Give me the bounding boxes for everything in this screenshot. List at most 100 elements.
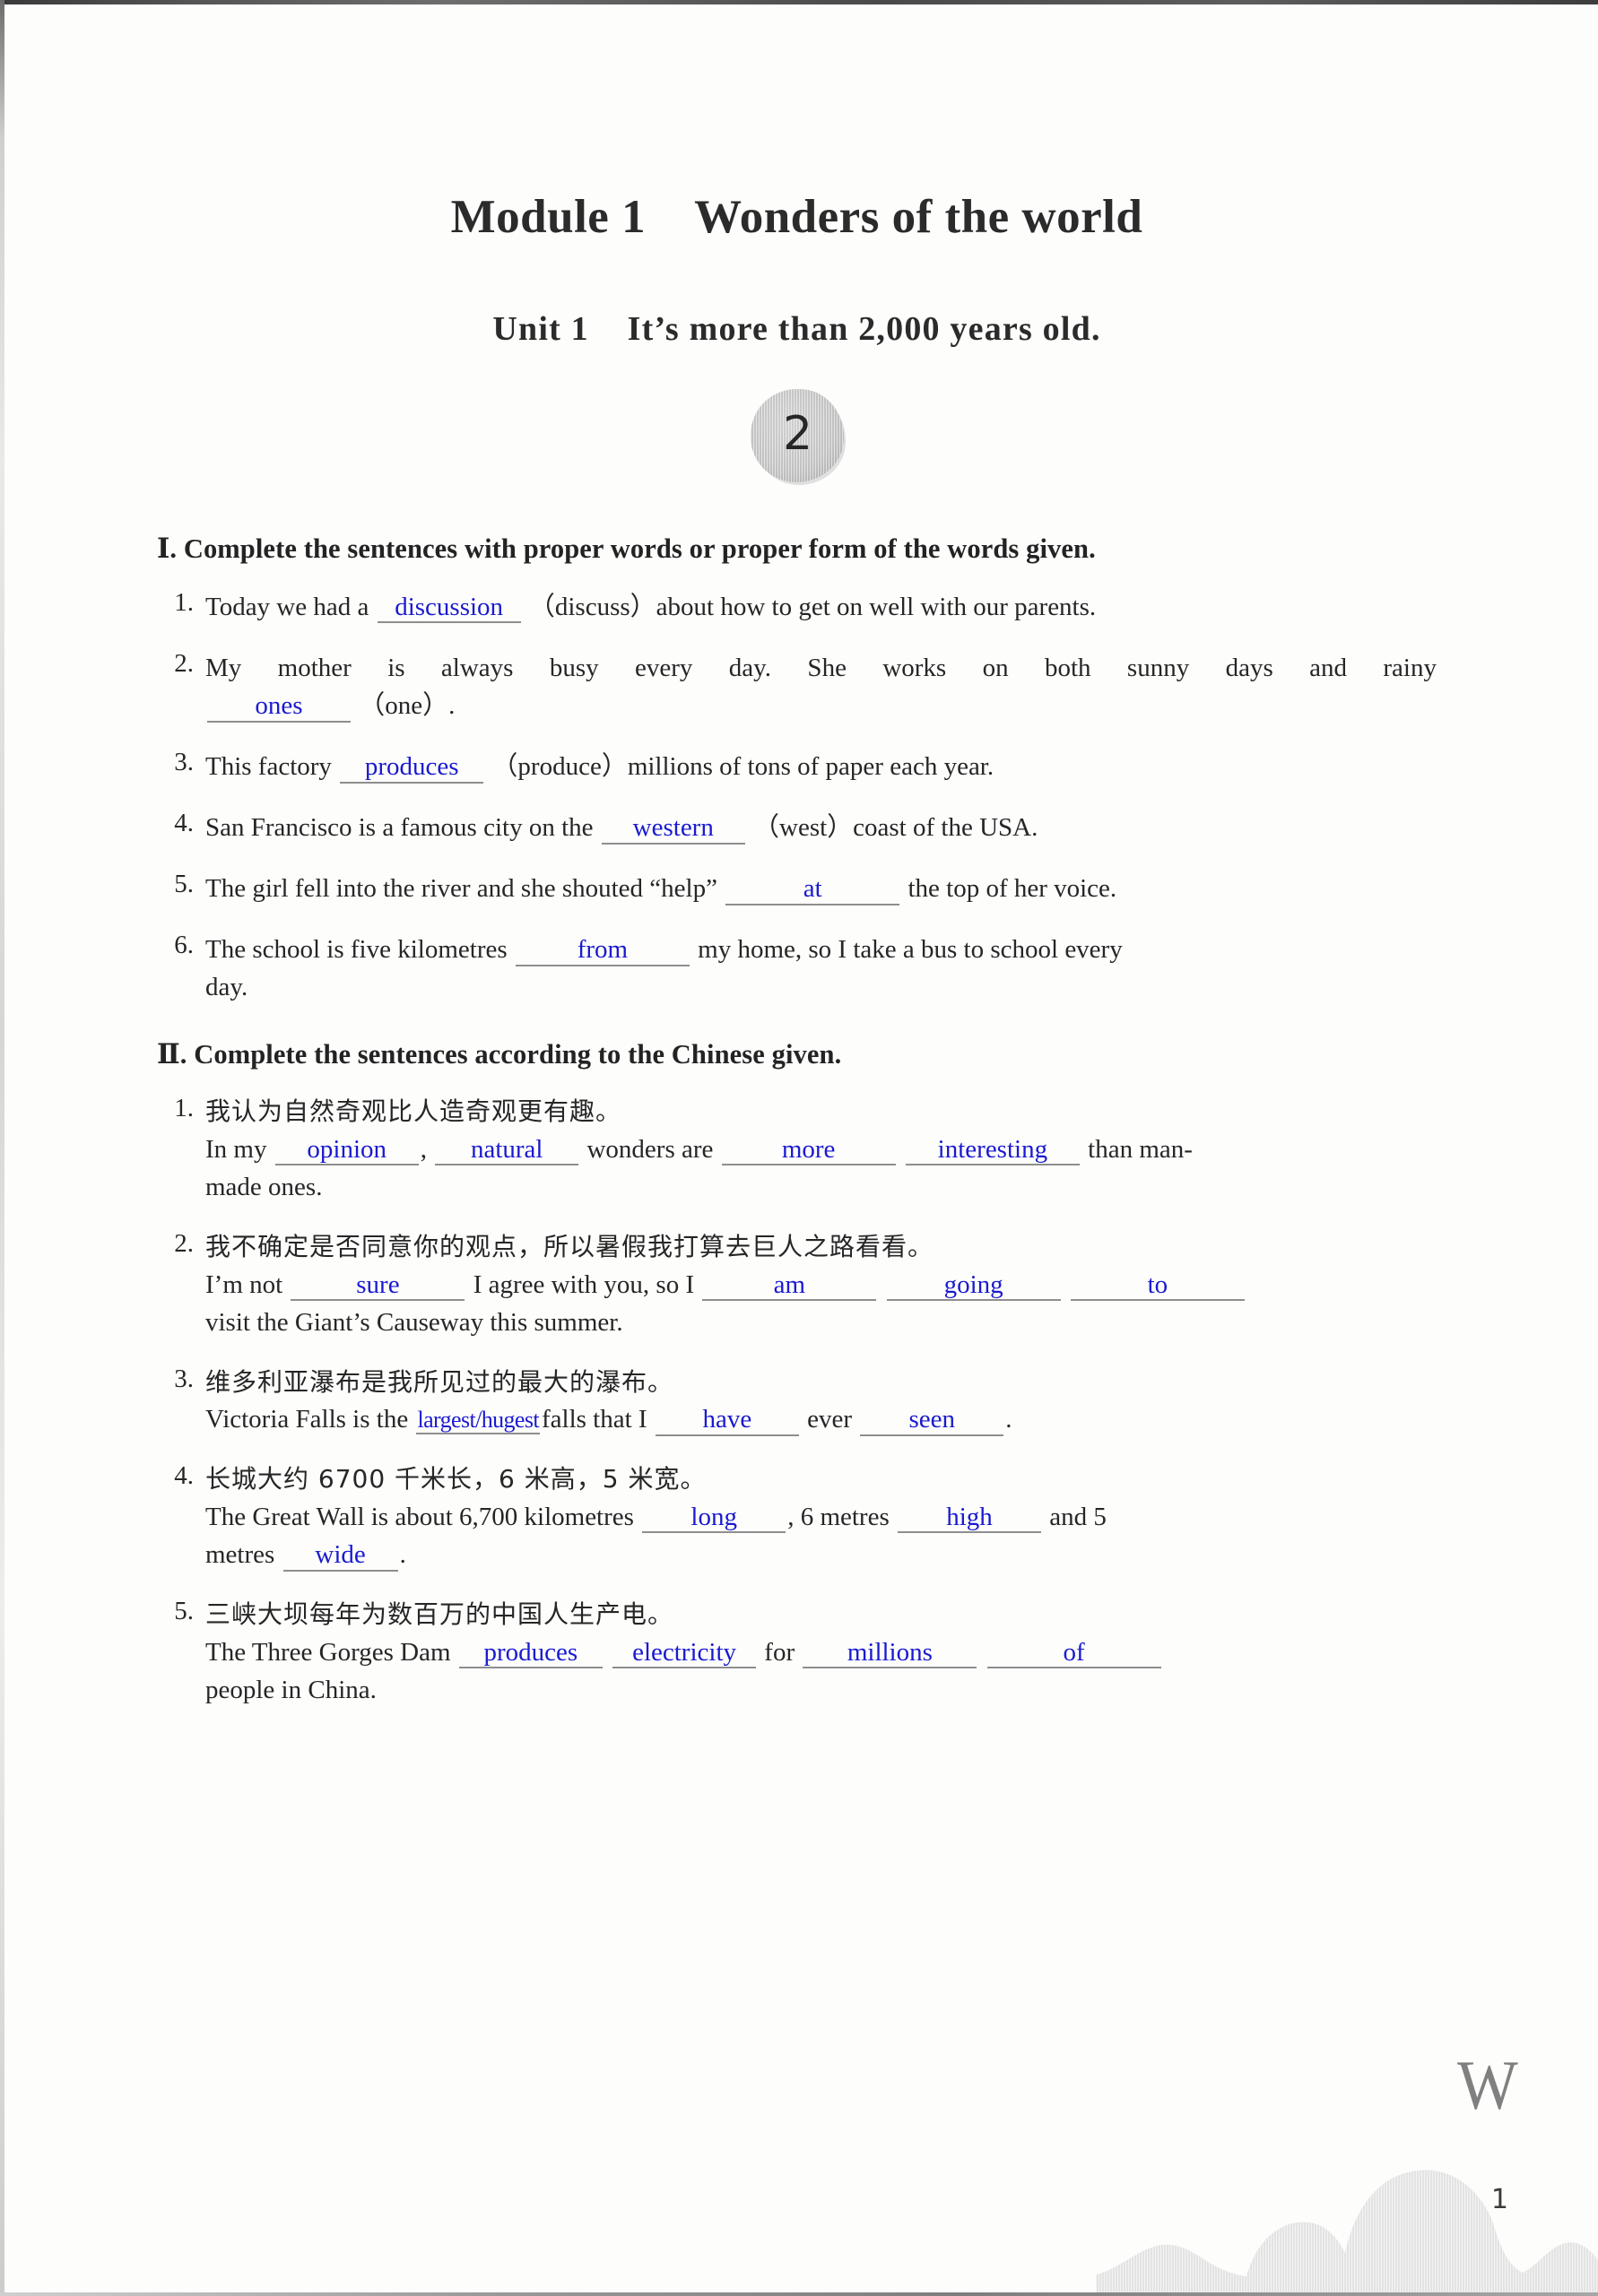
item-body: San Francisco is a famous city on the we… bbox=[205, 809, 1437, 846]
answer-blank[interactable]: discussion bbox=[377, 593, 521, 624]
list-item: 5. 三峡大坝每年为数百万的中国人生产电。 The Three Gorges D… bbox=[157, 1597, 1437, 1709]
unit-title: Unit 1 It’s more than 2,000 years old. bbox=[492, 310, 1101, 348]
item-number: 1. bbox=[174, 1094, 194, 1123]
item-text-pre: Today we had a bbox=[205, 593, 369, 621]
text-tail-pre: metres bbox=[205, 1540, 275, 1570]
chinese-prompt: 维多利亚瀑布是我所见过的最大的瀑布。 bbox=[205, 1366, 674, 1397]
answer-tail-line: metres wide. bbox=[205, 1536, 1437, 1573]
chinese-prompt: 长城大约 6700 千米长，6 米高，5 米宽。 bbox=[205, 1464, 707, 1495]
section-one: Ⅰ. Complete the sentences with proper wo… bbox=[157, 482, 1437, 1006]
item-body: 维多利亚瀑布是我所见过的最大的瀑布。 Victoria Falls is the… bbox=[205, 1365, 1437, 1439]
section-one-items: 1. Today we had a discussion （discuss）ab… bbox=[157, 588, 1437, 1006]
text-t2: , 6 metres bbox=[787, 1502, 890, 1531]
list-item: 3. This factory produces （produce）millio… bbox=[157, 748, 1437, 785]
text-t2: falls that I bbox=[542, 1405, 647, 1434]
item-body: The school is five kilometres from my ho… bbox=[205, 931, 1437, 1006]
answer-blank[interactable]: high bbox=[898, 1503, 1041, 1534]
answer-line: Victoria Falls is the largest/hugest fall… bbox=[205, 1400, 1437, 1438]
answer-blank[interactable]: ones bbox=[207, 691, 351, 723]
text-t3: wonders are bbox=[586, 1134, 714, 1164]
answer-blank[interactable]: have bbox=[655, 1405, 799, 1436]
item-number: 2. bbox=[174, 649, 194, 679]
answer-tail: people in China. bbox=[205, 1675, 377, 1704]
answer-line: I’m not sure I agree with you, so I am g… bbox=[205, 1266, 1437, 1304]
text-t1: The Three Gorges Dam bbox=[205, 1637, 451, 1667]
item-number: 2. bbox=[174, 1229, 194, 1259]
answer-blank[interactable]: long bbox=[642, 1503, 786, 1534]
answer-blank[interactable]: largest/hugest bbox=[416, 1407, 540, 1435]
scan-edge-bottom bbox=[0, 2292, 1598, 2296]
answer-blank[interactable]: of bbox=[986, 1638, 1161, 1669]
item-number: 3. bbox=[174, 748, 194, 777]
answer-line: In my opinion, natural wonders are more … bbox=[205, 1131, 1437, 1168]
list-item: 3. 维多利亚瀑布是我所见过的最大的瀑布。 Victoria Falls is … bbox=[157, 1365, 1437, 1439]
answer-blank[interactable]: produces bbox=[458, 1638, 603, 1669]
text-t2: , bbox=[420, 1134, 427, 1164]
text-t1: The Great Wall is about 6,700 kilometres bbox=[205, 1502, 634, 1531]
text-t3: ever bbox=[807, 1405, 852, 1434]
list-item: 5. The girl fell into the river and she … bbox=[157, 870, 1437, 907]
answer-blank[interactable]: from bbox=[515, 935, 690, 966]
item-text-pre: The girl fell into the river and she sho… bbox=[205, 874, 717, 904]
item-body: My mother is always busy every day. She … bbox=[205, 649, 1437, 724]
item-body: The girl fell into the river and she sho… bbox=[205, 870, 1437, 907]
cloud-decoration bbox=[1096, 2140, 1598, 2292]
answer-blank[interactable]: opinion bbox=[274, 1135, 419, 1166]
answer-blank[interactable]: natural bbox=[435, 1135, 579, 1166]
item-number: 5. bbox=[174, 870, 194, 899]
list-item: 2. My mother is always busy every day. S… bbox=[157, 649, 1437, 724]
text-t1: Victoria Falls is the bbox=[205, 1405, 409, 1434]
item-number: 4. bbox=[174, 809, 194, 838]
answer-blank[interactable]: millions bbox=[803, 1638, 977, 1669]
module-title: Module 1 Wonders of the world bbox=[450, 191, 1143, 243]
list-item: 1. Today we had a discussion （discuss）ab… bbox=[157, 588, 1437, 626]
answer-line: The Great Wall is about 6,700 kilometres… bbox=[205, 1498, 1437, 1536]
answer-blank[interactable]: western bbox=[601, 813, 745, 845]
item-text-pre: San Francisco is a famous city on the bbox=[205, 813, 594, 843]
answer-blank[interactable]: at bbox=[725, 874, 900, 905]
item-body: 我不确定是否同意你的观点，所以暑假我打算去巨人之路看看。 I’m not sur… bbox=[205, 1229, 1437, 1341]
item-text-line1: My mother is always busy every day. She … bbox=[205, 654, 1437, 683]
list-item: 4. 长城大约 6700 千米长，6 米高，5 米宽。 The Great Wa… bbox=[157, 1461, 1437, 1573]
text-tail-post: . bbox=[399, 1540, 406, 1570]
answer-blank[interactable]: to bbox=[1070, 1270, 1245, 1302]
text-t4: . bbox=[1005, 1405, 1012, 1434]
page-number: 1 bbox=[1490, 2184, 1508, 2215]
answer-blank[interactable]: interesting bbox=[905, 1135, 1080, 1166]
answer-blank[interactable]: wide bbox=[282, 1540, 398, 1572]
answer-blank[interactable]: seen bbox=[860, 1405, 1004, 1436]
list-item: 2. 我不确定是否同意你的观点，所以暑假我打算去巨人之路看看。 I’m not … bbox=[157, 1229, 1437, 1341]
section-two-items: 1. 我认为自然奇观比人造奇观更有趣。 In my opinion, natur… bbox=[157, 1094, 1437, 1708]
item-number: 4. bbox=[174, 1461, 194, 1491]
text-t4: than man- bbox=[1088, 1134, 1193, 1164]
answer-blank[interactable]: produces bbox=[340, 752, 484, 784]
text-t1: In my bbox=[205, 1134, 267, 1164]
section-one-heading: Ⅰ. Complete the sentences with proper wo… bbox=[157, 533, 1096, 564]
item-body: 三峡大坝每年为数百万的中国人生产电。 The Three Gorges Dam … bbox=[205, 1597, 1437, 1709]
item-text-post: （one）. bbox=[359, 691, 456, 721]
answer-blank[interactable]: going bbox=[886, 1270, 1061, 1302]
list-item: 4. San Francisco is a famous city on the… bbox=[157, 809, 1437, 846]
chinese-prompt: 三峡大坝每年为数百万的中国人生产电。 bbox=[205, 1599, 674, 1630]
answer-blank[interactable]: electricity bbox=[612, 1638, 757, 1669]
page-content: Module 1 Wonders of the world Unit 1 It’… bbox=[0, 0, 1598, 1709]
chinese-prompt: 我认为自然奇观比人造奇观更有趣。 bbox=[205, 1096, 622, 1127]
item-text-post: the top of her voice. bbox=[908, 874, 1117, 904]
item-text-post: my home, so I take a bus to school every bbox=[698, 935, 1123, 965]
item-text-pre: The school is five kilometres bbox=[205, 935, 508, 965]
answer-blank[interactable]: more bbox=[721, 1135, 896, 1166]
item-number: 6. bbox=[174, 931, 194, 960]
exercise-badge: 2 bbox=[750, 389, 844, 482]
item-line2: ones （one）. bbox=[205, 687, 1437, 724]
text-t3: and 5 bbox=[1049, 1502, 1107, 1531]
item-text-post: （west）coast of the USA. bbox=[753, 813, 1038, 843]
item-number: 5. bbox=[174, 1597, 194, 1626]
answer-blank[interactable]: am bbox=[702, 1270, 877, 1302]
item-text-pre: This factory bbox=[205, 752, 332, 782]
item-body: Today we had a discussion （discuss）about… bbox=[205, 588, 1437, 626]
item-line2: day. bbox=[205, 973, 248, 1002]
text-t2: I agree with you, so I bbox=[473, 1269, 695, 1299]
item-body: 我认为自然奇观比人造奇观更有趣。 In my opinion, natural … bbox=[205, 1094, 1437, 1206]
answer-blank[interactable]: sure bbox=[291, 1270, 465, 1302]
chinese-prompt: 我不确定是否同意你的观点，所以暑假我打算去巨人之路看看。 bbox=[205, 1232, 934, 1262]
